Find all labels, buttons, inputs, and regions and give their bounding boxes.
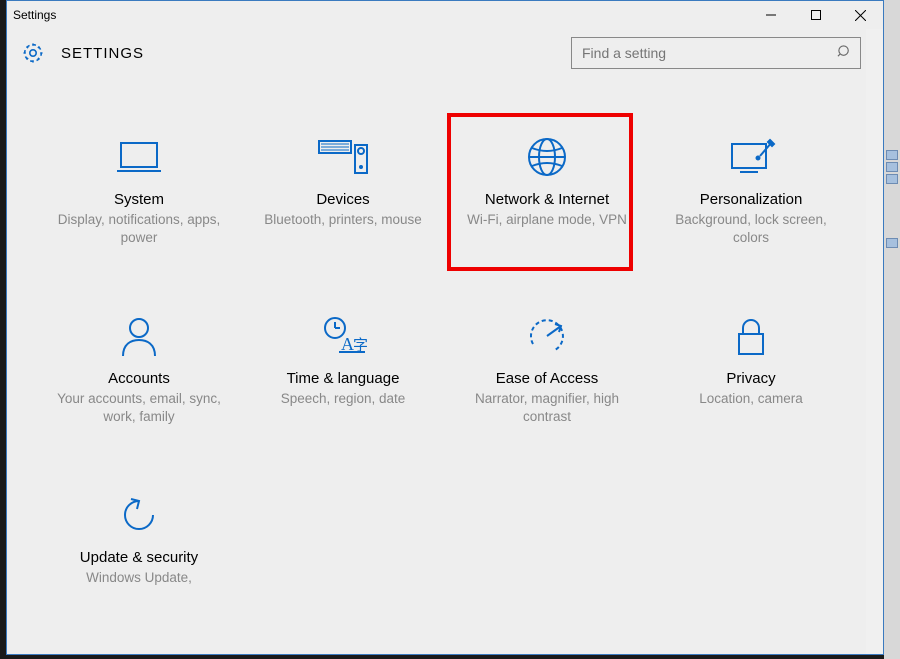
tile-label: Privacy [726,370,775,388]
update-icon [107,491,171,539]
tile-personalization[interactable]: Personalization Background, lock screen,… [661,127,841,246]
tile-accounts[interactable]: Accounts Your accounts, email, sync, wor… [49,306,229,425]
lock-icon [719,312,783,360]
maximize-icon [811,10,821,20]
settings-window: Settings SETTINGS [6,0,884,655]
tile-label: System [114,191,164,209]
tile-devices[interactable]: Devices Bluetooth, printers, mouse [253,127,433,246]
tile-label: Update & security [80,549,198,567]
minimize-icon [766,10,776,20]
tile-label: Devices [316,191,369,209]
search-input[interactable] [580,44,852,62]
tile-desc: Background, lock screen, colors [666,211,836,246]
tile-desc: Display, notifications, apps, power [54,211,224,246]
window-title: Settings [13,8,56,22]
minimize-button[interactable] [748,1,793,29]
tile-label: Personalization [700,191,803,209]
tile-network[interactable]: Network & Internet Wi-Fi, airplane mode,… [457,127,637,246]
system-icon [107,133,171,181]
titlebar: Settings [7,1,883,29]
tile-ease-of-access[interactable]: Ease of Access Narrator, magnifier, high… [457,306,637,425]
time-language-icon: A 字 [311,312,375,360]
tile-label: Ease of Access [496,370,599,388]
tile-privacy[interactable]: Privacy Location, camera [661,306,841,425]
header: SETTINGS [7,29,883,77]
content-area: System Display, notifications, apps, pow… [7,77,883,654]
personalization-icon [719,133,783,181]
close-button[interactable] [838,1,883,29]
tile-desc: Narrator, magnifier, high contrast [462,390,632,425]
tile-update-security[interactable]: Update & security Windows Update, [49,485,229,587]
maximize-button[interactable] [793,1,838,29]
tile-label: Time & language [287,370,400,388]
tile-desc: Speech, region, date [281,390,406,408]
tile-system[interactable]: System Display, notifications, apps, pow… [49,127,229,246]
search-icon [837,44,852,62]
accounts-icon [107,312,171,360]
tile-desc: Bluetooth, printers, mouse [264,211,422,229]
gear-icon [19,39,47,67]
tile-time-language[interactable]: A 字 Time & language Speech, region, date [253,306,433,425]
devices-icon [311,133,375,181]
background-window-strip [884,0,900,659]
close-icon [855,10,866,21]
tile-label: Network & Internet [485,191,609,209]
search-box[interactable] [571,37,861,69]
tile-label: Accounts [108,370,170,388]
tile-desc: Wi-Fi, airplane mode, VPN [467,211,627,229]
ease-of-access-icon [515,312,579,360]
tiles-grid: System Display, notifications, apps, pow… [41,127,849,587]
tile-desc: Windows Update, [86,569,192,587]
globe-icon [515,133,579,181]
tile-desc: Location, camera [699,390,803,408]
tile-desc: Your accounts, email, sync, work, family [54,390,224,425]
window-controls [748,1,883,29]
page-title: SETTINGS [61,45,144,62]
